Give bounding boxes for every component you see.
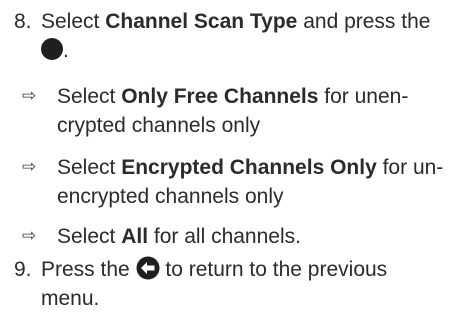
step-text-bold: Channel Scan Type	[105, 10, 298, 33]
right-arrow-icon: ⇨	[22, 157, 37, 177]
list-item: ⇨ Select Only Free Channels for unen- cr…	[22, 82, 467, 140]
item-text-post: for all channels.	[148, 225, 301, 248]
item-text-post: for un-	[376, 156, 444, 179]
list-item-text: Select Only Free Channels for unen- cryp…	[57, 82, 467, 140]
item-text-bold: Encrypted Channels Only	[121, 156, 377, 179]
right-arrow-icon: ⇨	[22, 86, 37, 106]
item-text-bold: All	[121, 225, 149, 248]
item-text-pre: Select	[57, 225, 122, 248]
step-text-post: and press the	[297, 10, 431, 33]
step-number: 9.	[14, 258, 32, 281]
list-item-text: Select All for all channels.	[57, 222, 467, 251]
item-text-bold: Only Free Channels	[121, 85, 319, 108]
step-8: 8. Select Channel Scan Type and press th…	[14, 7, 467, 65]
step-text-pre: Select	[41, 10, 106, 33]
list-item-text: Select Encrypted Channels Only for un- e…	[57, 153, 467, 211]
step-text: Press the to return to the previous menu…	[41, 255, 467, 313]
step-9: 9. Press the to return to the previous m…	[14, 255, 467, 313]
step-text-line2: menu.	[41, 287, 100, 310]
step-text: Select Channel Scan Type and press the .	[41, 7, 467, 65]
item-text-line2: encrypted channels only	[57, 185, 284, 208]
right-arrow-icon: ⇨	[22, 226, 37, 246]
step-text-pre: Press the	[41, 258, 136, 281]
ok-button-dot-icon	[41, 38, 63, 60]
back-arrow-icon	[136, 256, 160, 280]
step-text-post: to return to the previous	[159, 258, 388, 281]
item-text-post: for unen-	[318, 85, 409, 108]
step-number: 8.	[14, 10, 32, 33]
item-text-line2: crypted channels only	[57, 114, 261, 137]
instruction-page: 8. Select Channel Scan Type and press th…	[0, 0, 473, 312]
list-item: ⇨ Select Encrypted Channels Only for un-…	[22, 153, 467, 211]
item-text-pre: Select	[57, 156, 122, 179]
list-item: ⇨ Select All for all channels.	[22, 222, 467, 251]
step-text-end: .	[63, 39, 69, 62]
item-text-pre: Select	[57, 85, 122, 108]
